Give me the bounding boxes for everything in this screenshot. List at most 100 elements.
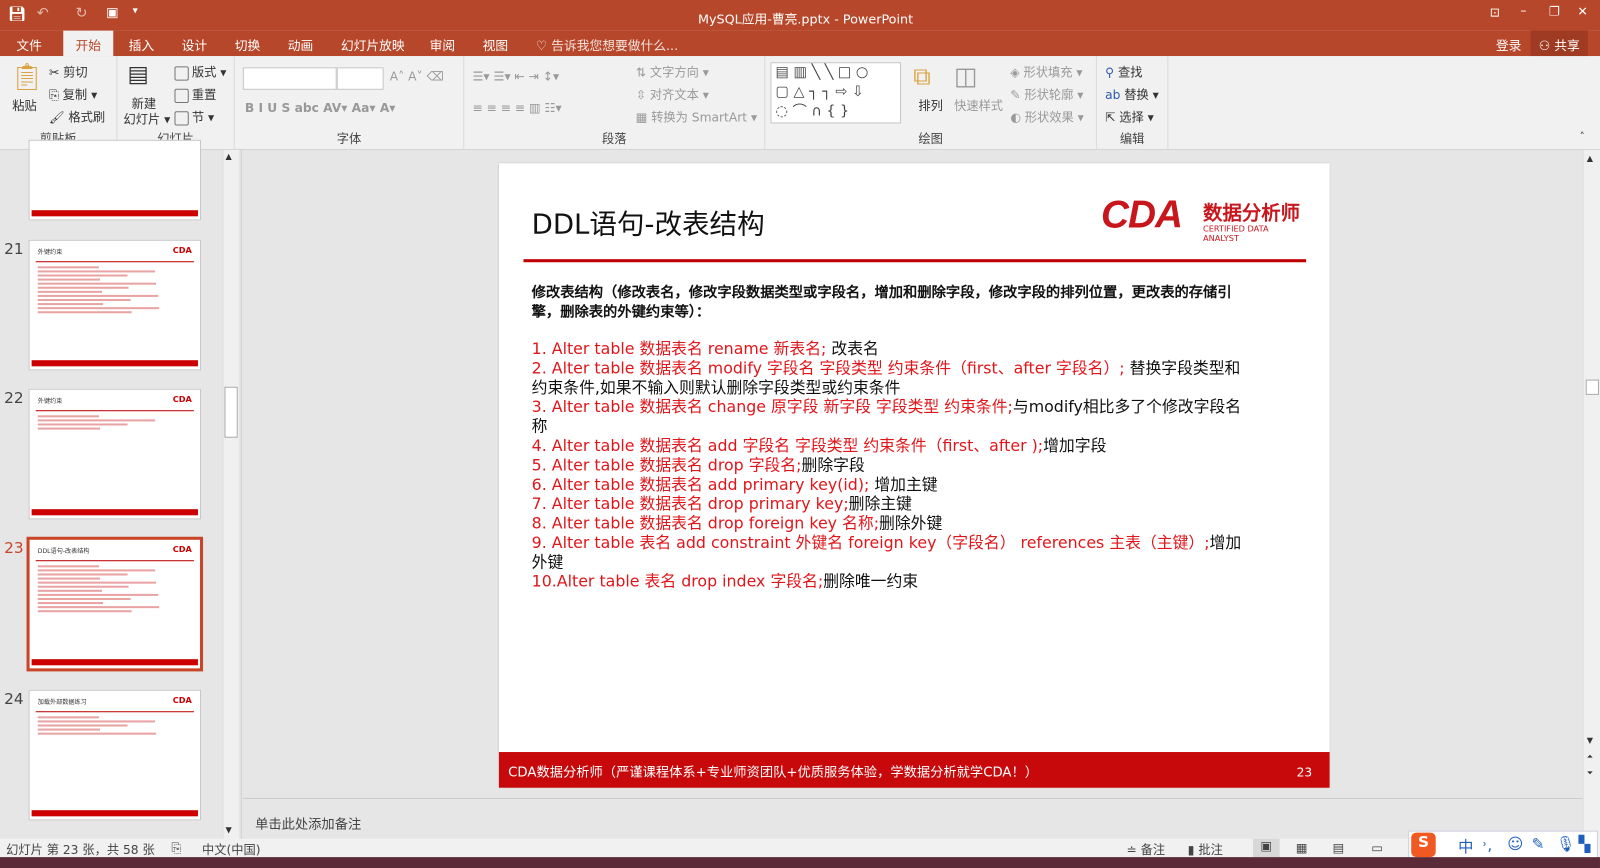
- copy-button[interactable]: ⎘ 复制 ▾: [49, 86, 97, 103]
- tab-file[interactable]: 文件: [16, 35, 42, 54]
- notes-placeholder[interactable]: 单击此处添加备注: [255, 813, 361, 832]
- slide-sorter-button[interactable]: ▦: [1296, 841, 1308, 855]
- statement-syntax: 3. Alter table 数据表名 change 原字段 新字段 字段类型 …: [531, 397, 1013, 417]
- ime-menu-icon[interactable]: ▚: [1579, 835, 1591, 853]
- thumbnail-slide-21[interactable]: 外键约束 CDA: [28, 239, 202, 371]
- format-painter-button[interactable]: 🖌︎ 格式刷: [49, 108, 105, 125]
- scroll-down-icon[interactable]: ▼: [1587, 736, 1593, 745]
- emoji-icon[interactable]: ☺: [1507, 835, 1523, 853]
- main-scrollbar[interactable]: ▲ ▼ ⏶ ⏷: [1582, 149, 1600, 839]
- tab-slideshow[interactable]: 幻灯片放映: [341, 35, 405, 54]
- status-bar: 幻灯片 第 23 张，共 58 张 ⎘ 中文(中国) ≐ 备注 ▮ 批注 ▣ ▦…: [0, 830, 1600, 860]
- find-button[interactable]: ⚲ 查找: [1105, 63, 1142, 80]
- slide-canvas[interactable]: DDL语句-改表结构 CDA 数据分析师 CERTIFIED DATA ANAL…: [498, 163, 1330, 788]
- save-icon[interactable]: 💾︎: [8, 6, 26, 22]
- shape-effects-button[interactable]: ◐ 形状效果 ▾: [1010, 108, 1084, 125]
- quick-styles-icon: ◫: [954, 62, 978, 91]
- scroll-up-icon[interactable]: ▲: [226, 152, 232, 161]
- thumbnail-20[interactable]: [28, 139, 202, 221]
- tab-home[interactable]: 开始: [63, 30, 114, 57]
- replace-button[interactable]: ab 替换 ▾: [1105, 86, 1159, 103]
- close-button[interactable]: ✕: [1578, 4, 1588, 18]
- layout-button[interactable]: 版式 ▾: [174, 63, 226, 81]
- statement-syntax: 9. Alter table 表名 add constraint 外键名 for…: [531, 533, 1210, 553]
- scroll-thumb[interactable]: [1585, 379, 1599, 395]
- font-format-buttons[interactable]: B I U S abc AV▾ Aa▾ A▾: [245, 101, 396, 115]
- tell-me-search[interactable]: ♡ 告诉我您想要做什么...: [536, 35, 678, 54]
- slideshow-button[interactable]: ▭: [1371, 841, 1383, 855]
- language-indicator[interactable]: 中文(中国): [202, 841, 261, 858]
- reading-view-button[interactable]: ▤: [1333, 841, 1345, 855]
- tab-insert[interactable]: 插入: [129, 35, 155, 54]
- grow-font-button[interactable]: A˄ A˅ ⌫: [390, 69, 444, 83]
- font-size-select[interactable]: [336, 67, 384, 90]
- restore-button[interactable]: ❐: [1549, 4, 1560, 18]
- thumbnail-slide-23[interactable]: DDL语句-改表结构 CDA: [26, 536, 204, 672]
- tab-review[interactable]: 审阅: [430, 35, 456, 54]
- alter-statement-item: 10.Alter table 表名 drop index 字段名;删除唯一约束: [532, 572, 1246, 591]
- collapse-ribbon-icon[interactable]: ˄: [1580, 132, 1585, 143]
- scroll-down-icon[interactable]: ▼: [226, 826, 232, 835]
- comments-toggle[interactable]: ▮ 批注: [1188, 841, 1223, 858]
- cut-button[interactable]: ✂ 剪切: [49, 63, 88, 80]
- mic-icon[interactable]: 🎙︎: [1556, 835, 1575, 853]
- new-slide-dropdown[interactable]: 幻灯片 ▾: [123, 110, 170, 127]
- slideshow-start-icon[interactable]: ▣: [106, 5, 119, 20]
- paste-button[interactable]: 粘贴: [12, 97, 37, 114]
- shape-outline-button[interactable]: ✎ 形状轮廓 ▾: [1010, 86, 1083, 103]
- undo-icon[interactable]: ↶: [37, 5, 49, 21]
- ime-language[interactable]: 中: [1458, 836, 1473, 857]
- scroll-up-icon[interactable]: ▲: [1587, 154, 1593, 163]
- alter-statement-item: 4. Alter table 数据表名 add 字段名 字段类型 约束条件（fi…: [532, 437, 1246, 456]
- ime-punct-icon[interactable]: ˒,: [1483, 836, 1493, 854]
- thumbnail-scrollbar[interactable]: ▲ ▼: [222, 149, 239, 839]
- tab-view[interactable]: 视图: [483, 35, 509, 54]
- redo-icon[interactable]: ↻: [76, 5, 88, 21]
- minimize-button[interactable]: –: [1520, 3, 1526, 17]
- spellcheck-icon[interactable]: ⎘: [171, 841, 181, 856]
- tab-design[interactable]: 设计: [182, 35, 208, 54]
- thumbnail-slide-22[interactable]: 外键约束 CDA: [28, 388, 202, 520]
- scroll-thumb[interactable]: [224, 386, 238, 438]
- next-slide-icon[interactable]: ⏷: [1587, 768, 1594, 778]
- slide-title[interactable]: DDL语句-改表结构: [532, 202, 765, 242]
- thumbnail-divider: [35, 711, 194, 713]
- notes-toggle[interactable]: ≐ 备注: [1127, 841, 1166, 858]
- tab-animations[interactable]: 动画: [288, 35, 314, 54]
- text-direction-button[interactable]: ⇅ 文字方向 ▾: [636, 63, 709, 80]
- share-button[interactable]: ⚇ 共享: [1530, 30, 1588, 57]
- slide-intro: 修改表结构（修改表名，修改字段数据类型或字段名，增加和删除字段，修改字段的排列位…: [531, 284, 1232, 321]
- statement-description: 删除字段: [801, 456, 865, 475]
- font-name-select[interactable]: [242, 67, 337, 90]
- pen-icon[interactable]: ✎: [1532, 835, 1545, 853]
- shapes-gallery[interactable]: ▤ ▥ ╲ ╲ □ ○ ▢ △ ┐ ┐ ⇨ ⇩ ◌ ⌒ ∩ { }: [770, 62, 902, 124]
- ime-toolbar[interactable]: S 中 ˒, ☺ ✎ 🎙︎ ▚: [1408, 830, 1598, 860]
- thumbnail-title: DDL语句-改表结构: [37, 547, 90, 556]
- slides-group: ▤ 新建 幻灯片 ▾ 版式 ▾ 重置 节 ▾ 幻灯片: [117, 56, 235, 150]
- drawing-group: ▤ ▥ ╲ ╲ □ ○ ▢ △ ┐ ┐ ⇨ ⇩ ◌ ⌒ ∩ { } ⧉ 排列 ◫ 快…: [765, 56, 1097, 150]
- smartart-button[interactable]: ▦ 转换为 SmartArt ▾: [636, 108, 757, 125]
- tab-transitions[interactable]: 切换: [235, 35, 261, 54]
- logo-main: CDA: [1101, 193, 1183, 237]
- shape-fill-button[interactable]: ◈ 形状填充 ▾: [1010, 63, 1082, 80]
- select-button[interactable]: ⇱ 选择 ▾: [1105, 108, 1154, 125]
- align-text-button[interactable]: ⇳ 对齐文本 ▾: [636, 86, 709, 103]
- paste-icon[interactable]: 📋︎: [10, 62, 44, 93]
- customize-qat-icon[interactable]: ▾: [133, 5, 138, 16]
- notes-pane[interactable]: 单击此处添加备注: [242, 797, 1583, 839]
- slide-body[interactable]: 修改表结构（修改表名，修改字段数据类型或字段名，增加和删除字段，修改字段的排列位…: [532, 284, 1246, 592]
- quick-styles-button[interactable]: 快速样式: [954, 97, 1003, 114]
- list-buttons[interactable]: ☰▾ ☰▾ ⇤ ⇥ ↕▾: [472, 69, 559, 83]
- statement-description: 增加主键: [869, 475, 938, 494]
- thumbnail-logo: CDA: [172, 695, 192, 706]
- align-buttons[interactable]: ≡ ≡ ≡ ≡ ▥ ☷▾: [472, 101, 561, 115]
- copy-icon: ⎘: [48, 87, 63, 103]
- sign-in-link[interactable]: 登录: [1496, 35, 1522, 54]
- reset-button[interactable]: 重置: [174, 86, 216, 103]
- prev-slide-icon[interactable]: ⏶: [1587, 752, 1594, 762]
- arrange-button[interactable]: 排列: [918, 97, 943, 114]
- normal-view-button[interactable]: ▣: [1253, 838, 1280, 858]
- ribbon-display-icon[interactable]: ⊡: [1490, 5, 1500, 19]
- section-button[interactable]: 节 ▾: [174, 108, 214, 125]
- thumbnail-slide-24[interactable]: 加载外部数据练习 CDA: [28, 689, 202, 821]
